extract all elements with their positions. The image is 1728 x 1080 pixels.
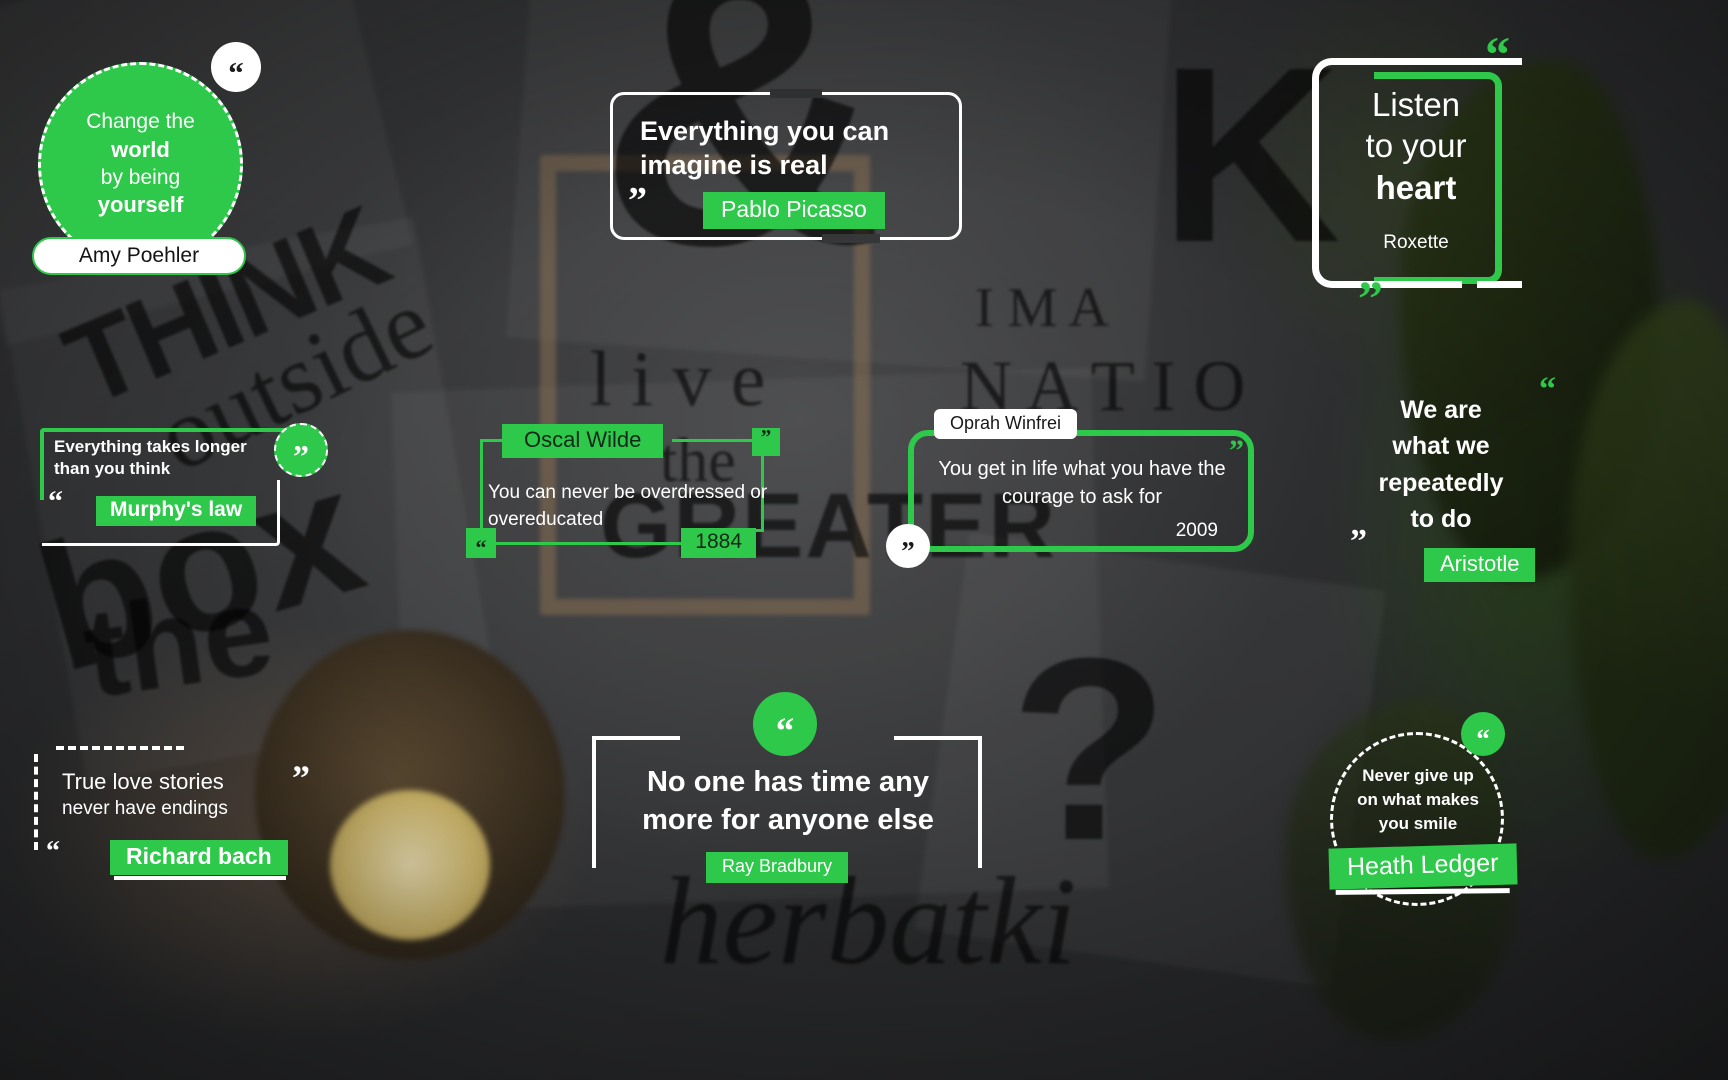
wilde-year-tag: 1884 [681,528,756,558]
ray-author-tag: Ray Bradbury [706,852,849,883]
bach-line-1: True love stories [62,769,224,794]
quote-card-oscal-wilde[interactable]: Oscal Wilde ” You can never be overdress… [466,424,786,564]
bg-text-question: ? [1010,605,1169,895]
quote-mark-close-icon: ” [752,427,780,456]
aristotle-line-3: repeatedly [1378,468,1504,497]
quote-mark-open-icon: “ [1539,371,1556,408]
oprah-year: 2009 [1175,520,1218,541]
quote-card-oprah-winfrei[interactable]: Oprah Winfrei ” You get in life what you… [886,409,1254,568]
amy-line-4: yourself [97,192,184,218]
heath-line-2: on what makes [1357,790,1479,810]
heath-author-tag: Heath Ledger [1328,843,1518,890]
bg-text-the: the [76,560,282,725]
quote-mark-open-icon: “ [466,528,496,559]
aristotle-author-tag: Aristotle [1424,548,1536,582]
bach-dashed-top [56,746,184,750]
picasso-frame-gap-top [770,89,822,98]
heath-body: Never give up on what makes you smile [1338,764,1498,836]
oprah-quote-text: You get in life what you have the courag… [938,458,1226,508]
quote-mark-icon: “ [211,42,261,92]
heath-line-1: Never give up [1362,766,1474,785]
quote-mark-open-icon: ” [886,524,930,568]
murphy-quote-text: Everything takes longer than you think [54,437,247,479]
bach-dashed-left [34,754,38,850]
heath-line-3: you smile [1378,814,1458,834]
wilde-line-vert-left [480,439,483,529]
bach-body: True love stories never have endings [62,768,294,821]
picasso-frame-gap-bottom [822,234,880,243]
picasso-quote-text: Everything you can imagine is real [640,116,890,181]
bach-author-tag: Richard bach [110,840,288,880]
ray-quote-text: No one has time any more for anyone else [642,766,934,836]
quote-mark-close-icon: ” [292,758,310,798]
wilde-author-tag: Oscal Wilde [502,424,664,458]
bg-text-im-a: I M A [975,277,1109,339]
roxette-line-3: heart [1375,168,1457,206]
quote-mark-icon: ” [274,423,328,477]
aristotle-line-1: We are [1400,396,1482,424]
quote-mark-open-icon: “ [48,485,63,518]
aristotle-body: We are what we repeatedly to do [1346,392,1536,537]
bach-line-2: never have endings [62,797,228,819]
aristotle-line-2: what we [1392,432,1490,461]
amy-author-pill: Amy Poehler [32,237,246,275]
quote-card-roxette[interactable]: “ Listen to your heart Roxette ” [1312,29,1522,323]
wilde-line-top-left [480,439,504,442]
quote-mark-icon: “ [753,692,817,756]
quote-mark-open-icon: “ [46,836,60,867]
aristotle-line-4: to do [1410,504,1472,533]
roxette-line-2: to your [1365,127,1467,165]
quote-card-heath-ledger[interactable]: “ Never give up on what makes you smile … [1328,712,1525,906]
amy-line-1: Change the [86,110,195,134]
bg-text-live: l i v e [590,335,766,422]
quote-mark-icon: ” [628,180,647,222]
quote-mark-close-icon: ” [1358,270,1383,326]
quote-mark-open-icon: “ [1485,26,1510,82]
quote-card-ray-bradbury[interactable]: “ No one has time any more for anyone el… [592,692,982,883]
wilde-line-top-right [672,439,756,442]
amy-line-2: world [111,137,170,163]
quote-collection-canvas: & K THINK outside box the l i v e the GR… [0,0,1728,1080]
roxette-author: Roxette [1383,232,1449,253]
roxette-body: Listen to your heart [1326,84,1506,208]
roxette-line-1: Listen [1371,86,1461,123]
quote-card-richard-bach[interactable]: True love stories never have endings ” “… [30,738,310,880]
wilde-line-bottom [496,542,684,545]
picasso-author-tag: Pablo Picasso [703,192,885,229]
murphy-author-tag: Murphy's law [96,496,257,526]
quote-mark-icon: “ [1461,712,1505,756]
quote-mark-close-icon: ” [1350,523,1367,560]
quote-card-aristotle[interactable]: “ We are what we repeatedly to do ” Aris… [1346,372,1556,582]
amy-line-3: by being [100,165,181,189]
oprah-author-tag: Oprah Winfrei [934,409,1078,439]
quote-card-pablo-picasso[interactable]: Everything you can imagine is real ” Pab… [610,89,962,243]
quote-card-amy-poehler[interactable]: Change the world by being yourself “ Amy… [32,42,261,275]
quote-card-murphys-law[interactable]: Everything takes longer than you think ”… [40,423,328,546]
wilde-quote-text: You can never be overdressed or overeduc… [488,482,768,530]
